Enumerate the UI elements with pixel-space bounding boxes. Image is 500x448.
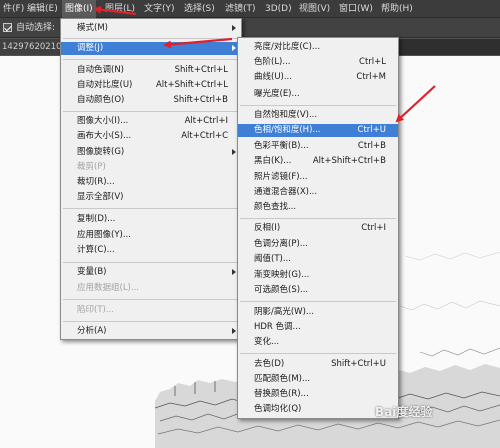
- menu-item-curves[interactable]: 曲线(U)... Ctrl+M: [238, 71, 398, 84]
- menu-item-auto-color[interactable]: 自动颜色(O) Shift+Ctrl+B: [61, 94, 241, 107]
- menu-item-match-color[interactable]: 匹配颜色(M)...: [238, 373, 398, 386]
- menu-item-exposure[interactable]: 曝光度(E)...: [238, 88, 398, 101]
- menu-help[interactable]: 帮助(H): [378, 0, 416, 18]
- menu-separator: [240, 301, 396, 302]
- adjustments-submenu: 亮度/对比度(C)... 色阶(L)... Ctrl+L 曲线(U)... Ctrl…: [237, 37, 399, 419]
- menu-separator: [240, 105, 396, 106]
- menu-item-apply-data-set: 应用数据组(L)...: [77, 283, 139, 293]
- submenu-arrow-icon: [232, 25, 236, 31]
- menu-item-gradient-map[interactable]: 渐变映射(G)...: [238, 269, 398, 282]
- menu-item-color-balance[interactable]: 色彩平衡(B)... Ctrl+B: [238, 140, 398, 153]
- menu-item-selective-color[interactable]: 可选颜色(S)...: [238, 284, 398, 297]
- menu-item-levels[interactable]: 色阶(L)... Ctrl+L: [238, 56, 398, 69]
- menu-item-auto-contrast[interactable]: 自动对比度(U) Alt+Shift+Ctrl+L: [61, 79, 241, 92]
- menu-item-posterize[interactable]: 色调分离(P)...: [238, 238, 398, 251]
- submenu-arrow-icon: [232, 45, 236, 51]
- image-menu: 模式(M) 调整(J) 自动色调(N) Shift+Ctrl+L 自动对比度(U)…: [60, 18, 242, 340]
- menu-separator: [63, 38, 239, 39]
- menu-item-hue-saturation[interactable]: 色相/饱和度(H)... Ctrl+U: [238, 124, 398, 137]
- menu-item-crop: 裁剪(P): [77, 162, 106, 172]
- menu-item-invert[interactable]: 反相(I) Ctrl+I: [238, 222, 398, 235]
- menu-item-apply-image[interactable]: 应用图像(Y)...: [61, 229, 241, 242]
- menu-item-replace-color[interactable]: 替换颜色(R)...: [238, 388, 398, 401]
- menu-edit[interactable]: 编辑(E): [24, 0, 61, 18]
- menu-item-duplicate[interactable]: 复制(D)...: [61, 213, 241, 226]
- menu-separator: [63, 262, 239, 263]
- menu-item-black-white[interactable]: 黑白(K)... Alt+Shift+Ctrl+B: [238, 155, 398, 168]
- menu-filter[interactable]: 滤镜(T): [222, 0, 259, 18]
- menu-item-hdr-toning[interactable]: HDR 色调...: [238, 321, 398, 334]
- menu-item-vibrance[interactable]: 自然饱和度(V)...: [238, 109, 398, 122]
- menu-item-image-size[interactable]: 图像大小(I)... Alt+Ctrl+I: [61, 115, 241, 128]
- submenu-arrow-icon: [232, 149, 236, 155]
- watermark: Bai度经验: [375, 405, 433, 419]
- menu-bar: 件(F) 编辑(E) 图像(I) 图层(L) 文字(Y) 选择(S) 滤镜(T)…: [0, 0, 500, 18]
- auto-select-checkbox[interactable]: [3, 23, 12, 32]
- menu-item-auto-tone[interactable]: 自动色调(N) Shift+Ctrl+L: [61, 64, 241, 77]
- document-tab[interactable]: 1429762021​08: [0, 39, 62, 55]
- menu-layer[interactable]: 图层(L): [102, 0, 138, 18]
- menu-item-photo-filter[interactable]: 照片滤镜(F)...: [238, 171, 398, 184]
- menu-view[interactable]: 视图(V): [296, 0, 333, 18]
- menu-image[interactable]: 图像(I): [62, 0, 96, 18]
- menu-separator: [63, 208, 239, 209]
- menu-window[interactable]: 窗口(W): [336, 0, 376, 18]
- menu-item-reveal-all[interactable]: 显示全部(V): [61, 191, 241, 204]
- menu-item-image-rotation[interactable]: 图像旋转(G): [61, 146, 241, 159]
- menu-item-canvas-size[interactable]: 画布大小(S)... Alt+Ctrl+C: [61, 130, 241, 143]
- menu-item-variations[interactable]: 变化...: [238, 336, 398, 349]
- menu-item-equalize[interactable]: 色调均化(Q): [238, 403, 398, 416]
- menu-item-variables[interactable]: 变量(B): [61, 266, 241, 279]
- menu-item-shadows-highlights[interactable]: 阴影/高光(W)...: [238, 306, 398, 319]
- submenu-arrow-icon: [232, 328, 236, 334]
- menu-separator: [63, 321, 239, 322]
- menu-item-trap: 陷印(T)...: [77, 305, 114, 315]
- menu-item-calculations[interactable]: 计算(C)...: [61, 244, 241, 257]
- menu-item-mode[interactable]: 模式(M): [61, 22, 241, 35]
- menu-type[interactable]: 文字(Y): [141, 0, 178, 18]
- menu-separator: [240, 353, 396, 354]
- auto-select-label: 自动选择:: [16, 23, 56, 33]
- menu-item-brightness-contrast[interactable]: 亮度/对比度(C)...: [238, 41, 398, 54]
- menu-item-analysis[interactable]: 分析(A): [61, 325, 241, 338]
- menu-separator: [63, 59, 239, 60]
- menu-item-threshold[interactable]: 阈值(T)...: [238, 253, 398, 266]
- menu-item-color-lookup[interactable]: 颜色查找...: [238, 201, 398, 214]
- menu-separator: [63, 111, 239, 112]
- menu-select[interactable]: 选择(S): [181, 0, 218, 18]
- menu-item-adjustments[interactable]: 调整(J): [61, 42, 241, 55]
- menu-item-desaturate[interactable]: 去色(D) Shift+Ctrl+U: [238, 358, 398, 371]
- menu-separator: [63, 299, 239, 300]
- menu-item-trim[interactable]: 裁切(R)...: [61, 176, 241, 189]
- menu-separator: [240, 218, 396, 219]
- submenu-arrow-icon: [232, 269, 236, 275]
- menu-item-channel-mixer[interactable]: 通道混合器(X)...: [238, 186, 398, 199]
- menu-3d[interactable]: 3D(D): [262, 0, 295, 18]
